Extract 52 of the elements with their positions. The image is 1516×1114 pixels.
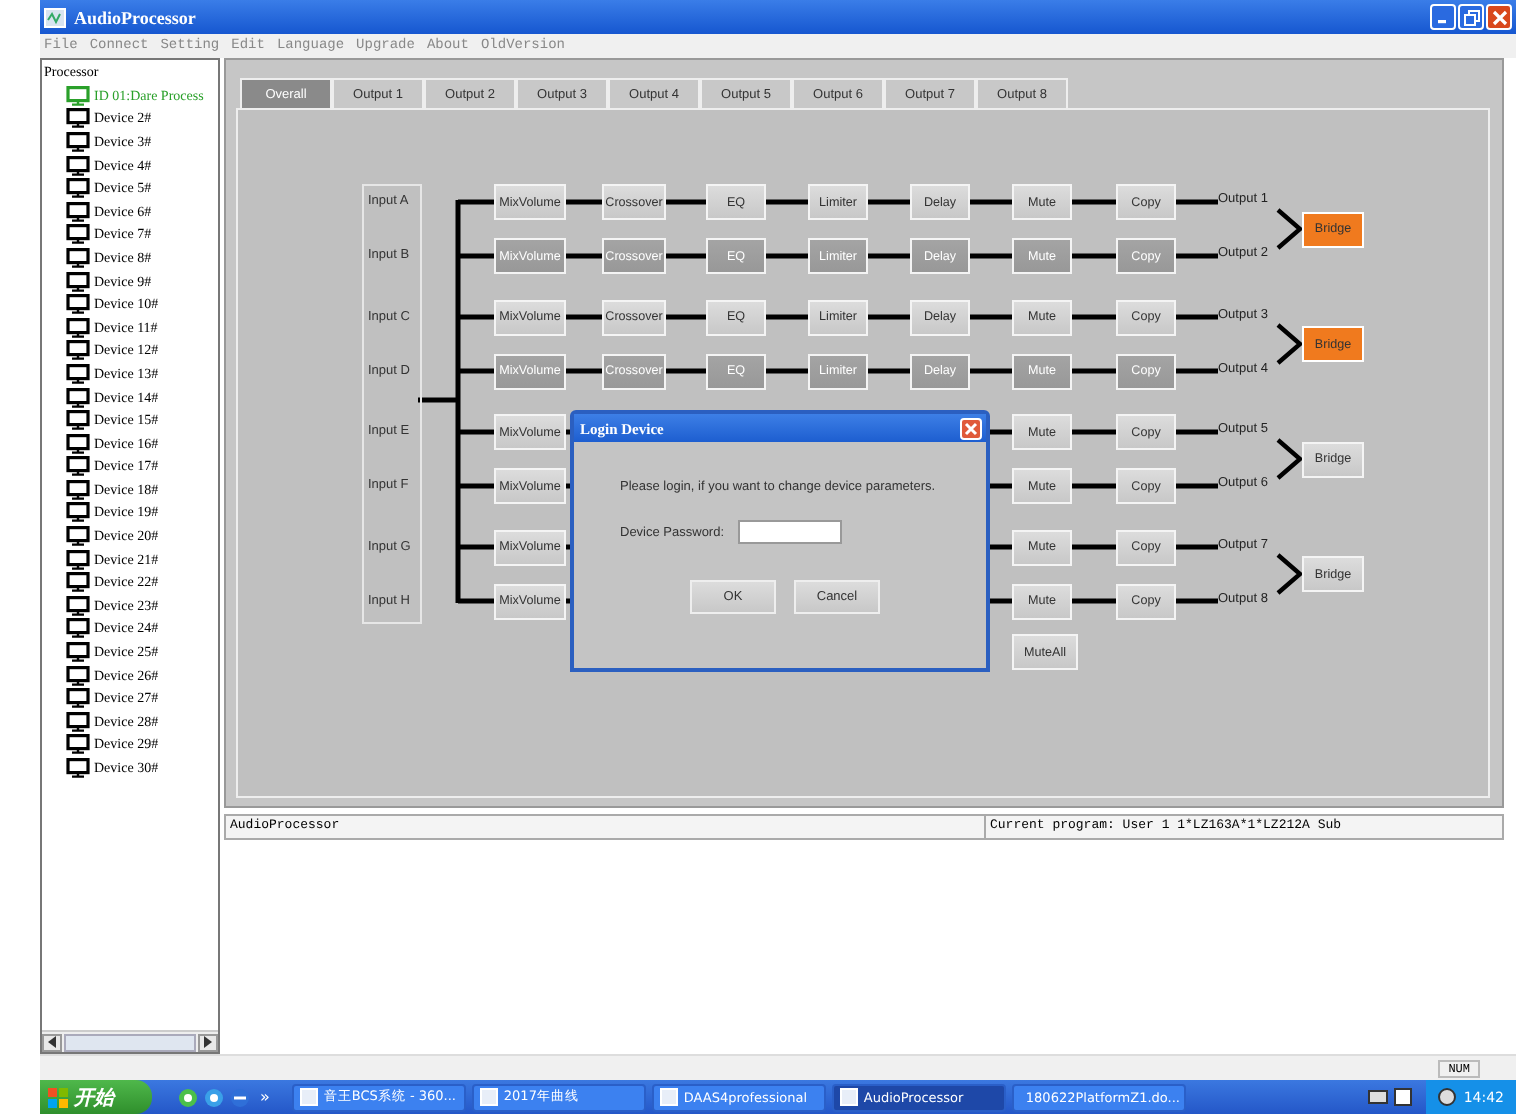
window-icon	[659, 1088, 678, 1106]
horizontal-scrollbar[interactable]	[42, 1030, 218, 1052]
close-icon	[1491, 9, 1507, 25]
monitor-icon	[66, 595, 90, 616]
monitor-icon	[66, 178, 90, 199]
monitor-icon	[66, 85, 90, 106]
monitor-icon	[66, 387, 90, 408]
monitor-icon	[66, 479, 90, 500]
window-title: AudioProcessor	[74, 7, 198, 27]
monitor-icon	[66, 108, 90, 129]
monitor-icon	[66, 271, 90, 292]
scroll-left-button[interactable]	[42, 1033, 62, 1051]
monitor-icon	[66, 224, 90, 245]
monitor-icon	[66, 317, 90, 338]
right-arrow-icon	[204, 1036, 212, 1048]
monitor-icon	[66, 363, 90, 384]
monitor-icon	[66, 201, 90, 222]
close-button[interactable]	[1486, 4, 1512, 30]
monitor-icon	[66, 247, 90, 268]
monitor-icon	[66, 294, 90, 315]
window-icon	[839, 1088, 858, 1106]
monitor-icon	[66, 688, 90, 709]
monitor-icon	[66, 711, 90, 732]
more-button[interactable]: »	[256, 1088, 286, 1106]
scroll-thumb[interactable]	[64, 1033, 196, 1051]
monitor-icon	[66, 155, 90, 176]
monitor-icon	[66, 131, 90, 152]
monitor-icon	[66, 665, 90, 686]
monitor-icon	[66, 456, 90, 477]
window-icon	[299, 1088, 318, 1106]
monitor-icon	[66, 758, 90, 779]
app-icon	[44, 7, 66, 27]
close-icon	[964, 421, 978, 435]
windows-logo-icon	[48, 1087, 68, 1107]
scroll-right-button[interactable]	[198, 1033, 218, 1051]
window-icon	[479, 1088, 498, 1106]
monitor-icon	[66, 549, 90, 570]
maximize-icon	[1463, 9, 1479, 25]
monitor-icon	[66, 410, 90, 431]
monitor-icon	[66, 433, 90, 454]
monitor-icon	[66, 642, 90, 663]
left-arrow-icon	[48, 1036, 56, 1048]
maximize-button[interactable]	[1458, 4, 1484, 30]
monitor-icon	[66, 618, 90, 639]
monitor-icon	[66, 526, 90, 547]
monitor-icon	[66, 734, 90, 755]
monitor-icon	[66, 572, 90, 593]
monitor-icon	[66, 502, 90, 523]
close-button[interactable]	[960, 417, 982, 439]
monitor-icon	[66, 340, 90, 361]
password-field[interactable]	[738, 520, 843, 544]
minimize-button[interactable]	[1430, 4, 1456, 30]
